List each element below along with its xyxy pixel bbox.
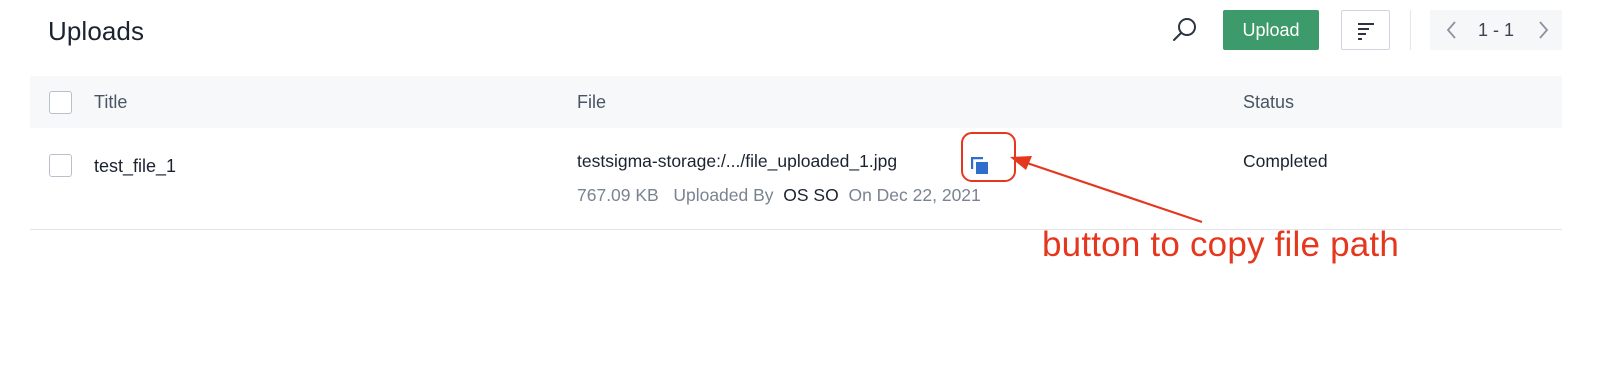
column-header-file: File: [577, 92, 607, 112]
column-header-status: Status: [1243, 92, 1295, 112]
upload-date: On Dec 22, 2021: [848, 185, 981, 205]
file-path: testsigma-storage:/.../file_uploaded_1.j…: [577, 151, 898, 171]
column-header-title: Title: [94, 92, 128, 112]
annotation-arrow: [1010, 156, 1203, 224]
select-all-checkbox[interactable]: [49, 91, 72, 114]
annotation-label: button to copy file path: [1042, 225, 1399, 264]
file-meta: 767.09 KB Uploaded By OS SO On Dec 22, 2…: [577, 185, 981, 206]
status-text: Completed: [1243, 151, 1328, 171]
file-size: 767.09 KB: [577, 185, 659, 205]
page-title: Uploads: [48, 16, 145, 46]
uploader-name: OS SO: [783, 185, 839, 205]
uploaded-by-label: Uploaded By: [673, 185, 774, 205]
search-icon[interactable]: [1170, 15, 1200, 45]
sort-lines-icon: [1358, 23, 1374, 40]
table-row: test_file_1 testsigma-storage:/.../file_…: [30, 128, 1562, 230]
upload-button[interactable]: Upload: [1223, 10, 1319, 50]
pagination: 1 - 1: [1430, 10, 1562, 50]
sort-button[interactable]: [1341, 10, 1390, 50]
table-header: Title File Status: [30, 76, 1562, 128]
upload-title[interactable]: test_file_1: [94, 156, 176, 177]
chevron-right-icon[interactable]: [1533, 20, 1553, 40]
row-checkbox[interactable]: [49, 154, 72, 177]
toolbar-divider: [1410, 10, 1411, 50]
annotation-highlight-ring: [961, 132, 1016, 182]
